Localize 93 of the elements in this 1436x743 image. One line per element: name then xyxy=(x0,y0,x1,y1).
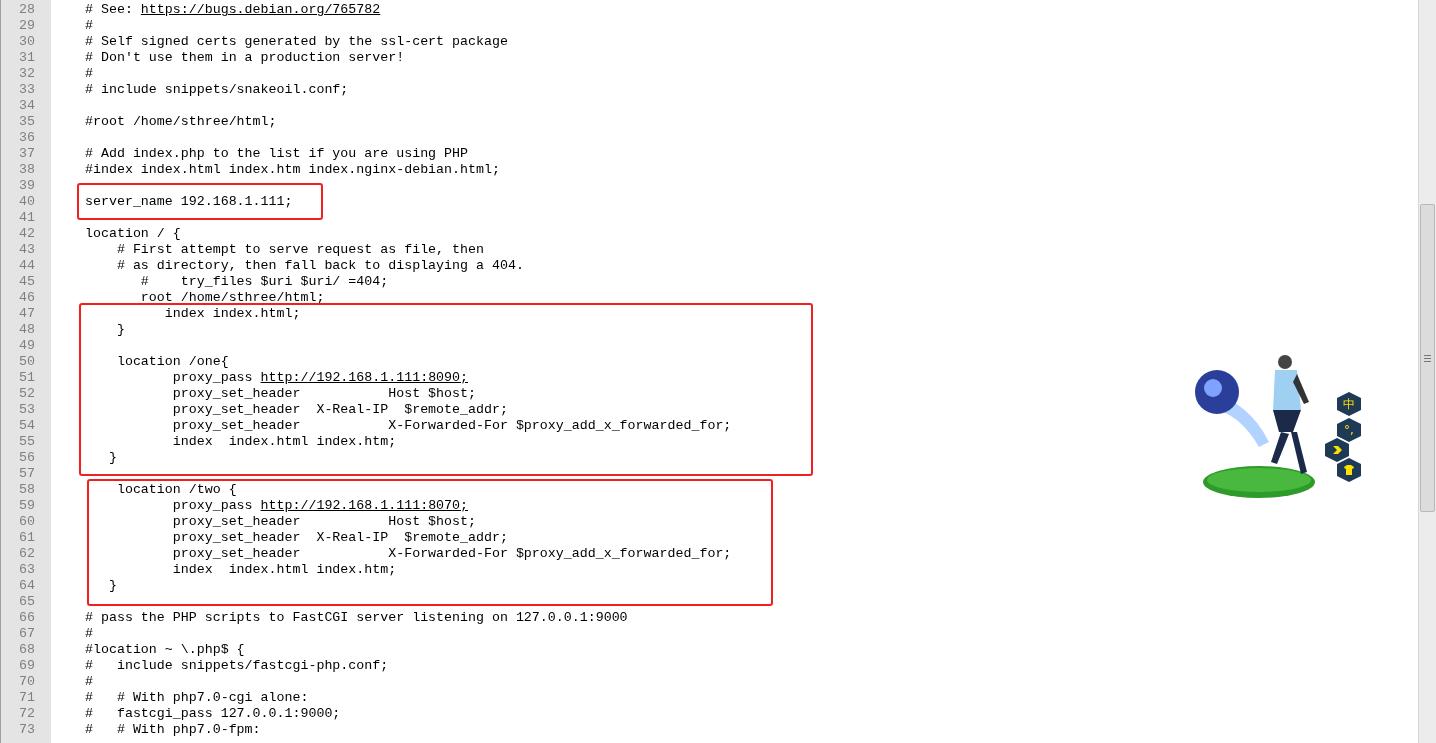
line-number: 61 xyxy=(18,530,36,546)
line-number: 68 xyxy=(18,642,36,658)
code-line: # include snippets/snakeoil.conf; xyxy=(85,82,349,97)
line-number: 51 xyxy=(18,370,36,386)
code-line: proxy_pass xyxy=(171,498,254,513)
code-line: # include snippets/fastcgi-php.conf; xyxy=(85,658,389,673)
code-line: proxy_set_header X-Forwarded-For $proxy_add_x_forwarded_for; xyxy=(171,546,732,561)
line-number: 71 xyxy=(18,690,36,706)
code-line: location / { xyxy=(85,226,181,241)
line-number: 38 xyxy=(18,162,36,178)
code-line: location /two { xyxy=(115,482,237,497)
line-number: 60 xyxy=(18,514,36,530)
code-line: root /home/sthree/html; xyxy=(139,290,325,305)
line-number: 43 xyxy=(18,242,36,258)
line-number: 28 xyxy=(18,2,36,18)
line-number: 66 xyxy=(18,610,36,626)
line-number: 37 xyxy=(18,146,36,162)
line-number: 64 xyxy=(18,578,36,594)
code-line: index index.html index.htm; xyxy=(171,434,397,449)
line-number: 67 xyxy=(18,626,36,642)
code-line: # xyxy=(85,66,93,81)
code-line: # pass the PHP scripts to FastCGI server listening on 127.0.0.1:9000 xyxy=(85,610,628,625)
line-number: 44 xyxy=(18,258,36,274)
code-line: proxy_set_header X-Real-IP $remote_addr; xyxy=(171,402,508,417)
code-line: # xyxy=(85,18,93,33)
code-line: # First attempt to serve request as file, then xyxy=(115,242,484,257)
code-line: # xyxy=(85,674,93,689)
line-number: 54 xyxy=(18,418,36,434)
line-number: 47 xyxy=(18,306,36,322)
line-number: 35 xyxy=(18,114,36,130)
code-line: proxy_set_header X-Forwarded-For $proxy_add_x_forwarded_for; xyxy=(171,418,732,433)
code-line: proxy_set_header Host $host; xyxy=(171,514,476,529)
line-number: 31 xyxy=(18,50,36,66)
line-number: 58 xyxy=(18,482,36,498)
code-line: # # With php7.0-fpm: xyxy=(85,722,261,737)
line-number: 56 xyxy=(18,450,36,466)
line-number: 36 xyxy=(18,130,36,146)
code-line: proxy_pass xyxy=(171,370,254,385)
line-number: 72 xyxy=(18,706,36,722)
code-link[interactable]: http://192.168.1.111:8090; xyxy=(260,370,469,385)
line-number: 29 xyxy=(18,18,36,34)
line-number: 40 xyxy=(18,194,36,210)
line-number: 53 xyxy=(18,402,36,418)
line-number: 73 xyxy=(18,722,36,738)
code-line: #root /home/sthree/html; xyxy=(85,114,277,129)
line-number: 50 xyxy=(18,354,36,370)
line-number: 41 xyxy=(18,210,36,226)
line-number: 32 xyxy=(18,66,36,82)
code-line: #index index.html index.htm index.nginx-debian.html; xyxy=(85,162,500,177)
line-number: 48 xyxy=(18,322,36,338)
code-line: # xyxy=(85,626,93,641)
line-number: 69 xyxy=(18,658,36,674)
code-line: } xyxy=(115,322,125,337)
code-link[interactable]: http://192.168.1.111:8070; xyxy=(260,498,469,513)
code-line: # fastcgi_pass 127.0.0.1:9000; xyxy=(85,706,341,721)
code-line: location /one{ xyxy=(115,354,229,369)
code-line: # Add index.php to the list if you are using PHP xyxy=(85,146,468,161)
code-link[interactable]: https://bugs.debian.org/765782 xyxy=(140,2,381,17)
line-number: 59 xyxy=(18,498,36,514)
ime-toggle-button[interactable]: 中 xyxy=(1337,392,1361,416)
line-number: 65 xyxy=(18,594,36,610)
code-line: # See: xyxy=(85,2,134,17)
line-number: 57 xyxy=(18,466,36,482)
code-line: proxy_set_header X-Real-IP $remote_addr; xyxy=(171,530,508,545)
line-number: 39 xyxy=(18,178,36,194)
code-line: # Don't use them in a production server! xyxy=(85,50,405,65)
code-line: index index.html index.htm; xyxy=(171,562,397,577)
line-number: 49 xyxy=(18,338,36,354)
line-number: 30 xyxy=(18,34,36,50)
line-number: 52 xyxy=(18,386,36,402)
line-number: 55 xyxy=(18,434,36,450)
code-line: #location ~ \.php$ { xyxy=(85,642,245,657)
code-line: server_name 192.168.1.111; xyxy=(85,194,293,209)
line-number: 62 xyxy=(18,546,36,562)
vertical-scrollbar[interactable] xyxy=(1418,0,1436,743)
ime-toggle-button[interactable]: °, xyxy=(1337,418,1361,442)
code-line: # as directory, then fall back to displaying a 404. xyxy=(115,258,524,273)
code-line: # try_files $uri $uri/ =404; xyxy=(139,274,389,289)
scrollbar-thumb[interactable] xyxy=(1420,204,1435,512)
line-number: 34 xyxy=(18,98,36,114)
code-line: proxy_set_header Host $host; xyxy=(171,386,476,401)
line-number: 33 xyxy=(18,82,36,98)
line-number: 63 xyxy=(18,562,36,578)
code-line: # # With php7.0-cgi alone: xyxy=(85,690,309,705)
code-line: } xyxy=(107,578,117,593)
line-number: 42 xyxy=(18,226,36,242)
line-number: 70 xyxy=(18,674,36,690)
line-number: 45 xyxy=(18,274,36,290)
shirt-icon[interactable] xyxy=(1337,458,1361,482)
code-line: } xyxy=(107,450,117,465)
line-number: 46 xyxy=(18,290,36,306)
code-line: index index.html; xyxy=(163,306,301,321)
code-line: # Self signed certs generated by the ssl-cert package xyxy=(85,34,508,49)
